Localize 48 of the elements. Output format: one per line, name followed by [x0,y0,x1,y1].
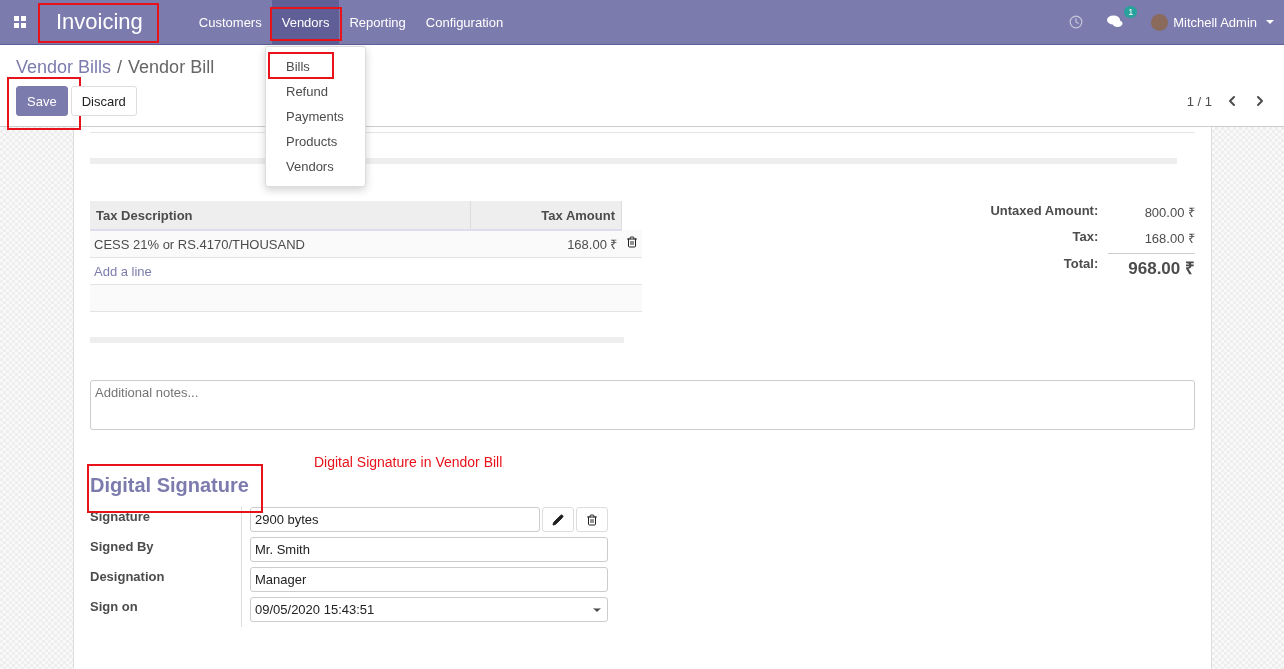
add-line-link[interactable]: Add a line [94,263,152,279]
dropdown-item[interactable]: Payments [266,104,364,129]
dropdown-item[interactable]: Products [266,129,358,154]
total-value: 968.00 ₹ [1108,253,1195,279]
edit-button[interactable] [542,507,574,532]
total-value: 168.00 ₹ [1108,227,1195,254]
dropdown-item[interactable]: Vendors [266,154,354,179]
dropdown-item[interactable]: Refund [266,79,348,104]
field-label: Signed By [90,538,155,556]
table-cell: CESS 21% or RS.4170/THOUSAND [90,230,471,258]
save-button[interactable]: Save [16,86,68,116]
menu-item[interactable]: Reporting [339,0,416,44]
app-name: Invoicing [55,8,144,36]
user-menu[interactable]: Mitchell Admin [1135,13,1278,31]
apps-grid-icon[interactable] [14,16,26,28]
menu-item[interactable]: Configuration [415,0,514,44]
avatar [1151,13,1169,31]
total-label: Total: [990,253,1109,279]
table-cell: 168.00 ₹ [470,230,622,258]
trash-icon [586,513,598,526]
field-label: Signature [90,508,151,526]
total-value: 800.00 ₹ [1143,204,1195,222]
breadcrumb-link[interactable]: Vendor Bills [16,57,112,78]
menu-item[interactable]: Customers [188,0,272,44]
date-field[interactable]: 09/05/2020 15:43:51 [250,597,608,622]
column-header: Tax Description [90,201,471,230]
text-field[interactable]: Mr. Smith [250,537,608,562]
caret-icon [1266,20,1274,24]
annotation-text: Digital Signature in Vendor Bill [314,454,504,470]
section-title: Digital Signature [90,473,249,498]
pager-counter: 1 / 1 [1186,93,1212,109]
message-count-badge: 1 [1124,6,1138,18]
field-label: Sign on [90,598,139,616]
pencil-icon [552,513,564,526]
text-field[interactable]: Manager [250,567,608,592]
delete-button[interactable] [576,507,608,532]
total-label: Untaxed Amount: [990,202,1100,220]
signature-field[interactable]: 2900 bytes [250,507,540,532]
dropdown-item[interactable]: Bills [266,54,330,79]
total-label: Tax: [990,227,1109,254]
notes-field[interactable]: Additional notes... [90,380,1195,430]
delete-icon[interactable] [625,236,638,248]
chat-icon[interactable] [1107,15,1124,29]
column-header: Tax Amount [470,201,622,230]
breadcrumb-current: Vendor Bill [128,57,215,78]
discard-button[interactable]: Discard [70,86,137,116]
field-label: Designation [90,568,166,586]
breadcrumb-separator: / [117,57,123,78]
